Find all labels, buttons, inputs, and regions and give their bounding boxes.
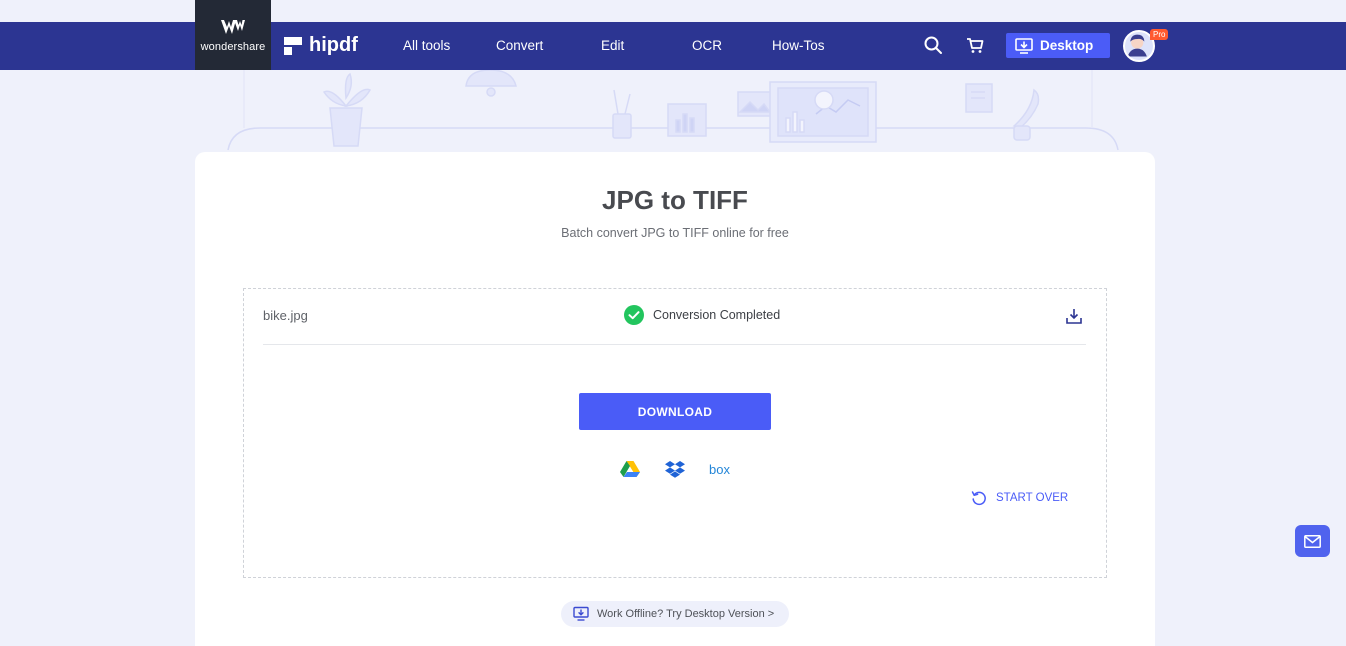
- mail-icon: [1304, 534, 1321, 548]
- wondershare-label: wondershare: [200, 40, 266, 53]
- feedback-mail-button[interactable]: [1295, 525, 1330, 557]
- start-over-button[interactable]: START OVER: [971, 490, 1068, 506]
- dropbox-icon[interactable]: [665, 460, 685, 478]
- google-drive-icon[interactable]: [620, 460, 640, 478]
- file-name: bike.jpg: [263, 308, 308, 323]
- page-title: JPG to TIFF: [602, 185, 748, 215]
- hipdf-mark-icon: [284, 36, 302, 55]
- file-row: bike.jpg Conversion Completed: [263, 289, 1086, 345]
- desktop-download-icon: [573, 606, 589, 621]
- desktop-button[interactable]: Desktop: [1006, 33, 1110, 58]
- cart-icon[interactable]: [965, 35, 985, 55]
- desktop-label: Desktop: [1040, 38, 1094, 53]
- nav-edit[interactable]: Edit: [601, 38, 624, 53]
- result-panel: bike.jpg Conversion Completed DOWNLOAD b…: [243, 288, 1107, 578]
- download-file-icon[interactable]: [1065, 307, 1083, 325]
- desktop-download-icon: [1015, 37, 1033, 54]
- offline-banner-link[interactable]: Work Offline? Try Desktop Version >: [561, 601, 789, 627]
- search-icon[interactable]: [923, 35, 943, 55]
- offline-label: Work Offline? Try Desktop Version >: [597, 608, 775, 620]
- wondershare-mark-icon: [221, 19, 245, 34]
- check-circle-icon: [624, 305, 644, 325]
- download-button[interactable]: DOWNLOAD: [579, 393, 771, 430]
- page-subtitle: Batch convert JPG to TIFF online for fre…: [561, 226, 789, 240]
- nav-ocr[interactable]: OCR: [692, 38, 722, 53]
- conversion-status: Conversion Completed: [624, 305, 780, 325]
- decorative-office-illustration: [227, 70, 1119, 151]
- nav-all-tools[interactable]: All tools: [403, 38, 450, 53]
- nav-how-tos[interactable]: How-Tos: [772, 38, 825, 53]
- hipdf-logo[interactable]: hipdf: [284, 34, 358, 57]
- converter-card: JPG to TIFF Batch convert JPG to TIFF on…: [195, 152, 1155, 646]
- wondershare-logo[interactable]: wondershare: [195, 0, 271, 70]
- start-over-label: START OVER: [996, 492, 1069, 504]
- status-text: Conversion Completed: [653, 308, 781, 322]
- box-label: box: [709, 462, 730, 477]
- brand-name: hipdf: [309, 34, 358, 56]
- user-avatar-icon: [1127, 34, 1147, 57]
- box-icon[interactable]: box: [708, 460, 732, 478]
- pro-badge: Pro: [1150, 29, 1169, 40]
- refresh-icon: [971, 491, 986, 506]
- nav-convert[interactable]: Convert: [496, 38, 543, 53]
